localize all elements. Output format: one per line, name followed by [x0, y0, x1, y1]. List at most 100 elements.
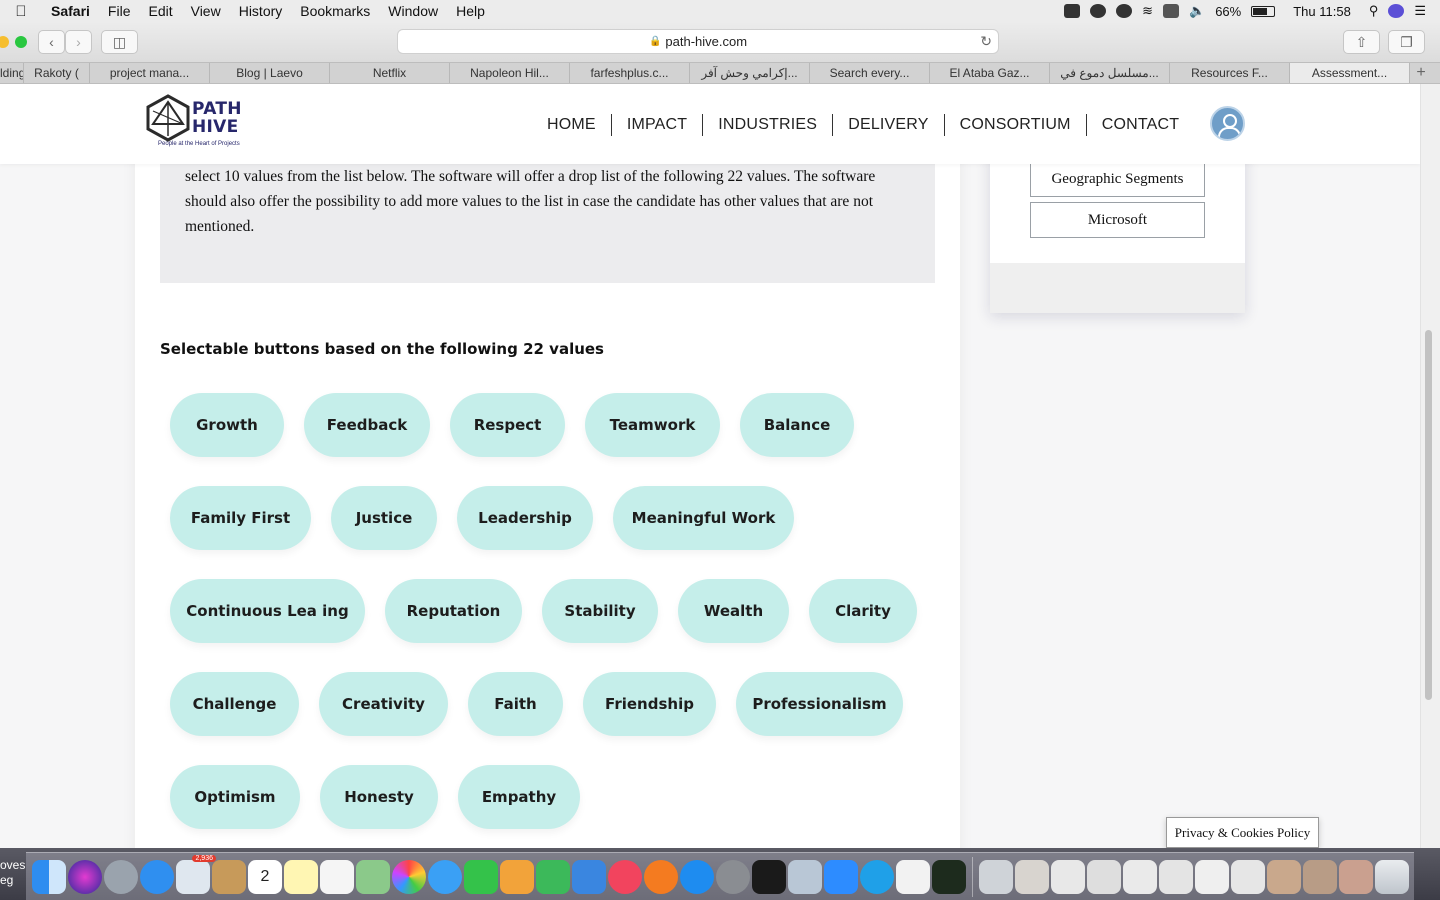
tab[interactable]: Napoleon Hil... — [450, 63, 570, 83]
user-avatar-icon[interactable] — [1210, 106, 1245, 141]
value-chip[interactable]: Honesty — [320, 765, 438, 829]
terminal-icon[interactable] — [752, 859, 786, 894]
stack-thumbnail-icon[interactable] — [1051, 859, 1085, 894]
photo-thumbnail-icon[interactable] — [1303, 859, 1337, 894]
zoom-window-button[interactable] — [15, 36, 27, 48]
value-chip[interactable]: Leadership — [457, 486, 593, 550]
calendar-icon[interactable]: 2 — [248, 859, 282, 894]
zoom-icon[interactable] — [824, 859, 858, 894]
tab[interactable]: Resources F... — [1170, 63, 1290, 83]
photo-thumbnail-icon[interactable] — [1267, 859, 1301, 894]
app-store-icon[interactable] — [680, 859, 714, 894]
value-chip[interactable]: Continuous Lea ing — [170, 579, 365, 643]
tab[interactable]: Rakoty ( — [24, 63, 90, 83]
photos-icon[interactable] — [392, 859, 426, 894]
minimize-window-button[interactable] — [0, 36, 9, 48]
value-chip[interactable]: Wealth — [678, 579, 789, 643]
notification-center-icon[interactable]: ☰ — [1414, 3, 1426, 19]
nav-industries[interactable]: INDUSTRIES — [703, 116, 832, 134]
menu-help[interactable]: Help — [447, 3, 494, 19]
activity-monitor-icon[interactable] — [932, 859, 966, 894]
value-chip[interactable]: Meaningful Work — [613, 486, 794, 550]
blocker-status-icon[interactable] — [1090, 4, 1107, 18]
value-chip[interactable]: Creativity — [319, 672, 448, 736]
value-chip[interactable]: Justice — [331, 486, 437, 550]
nav-contact[interactable]: CONTACT — [1087, 116, 1195, 134]
reminders-icon[interactable] — [320, 859, 354, 894]
value-chip[interactable]: Empathy — [458, 765, 580, 829]
safari-icon[interactable] — [140, 859, 174, 894]
geographic-segments-button[interactable]: Geographic Segments — [1030, 161, 1205, 197]
back-button[interactable]: ‹ — [38, 30, 65, 54]
menu-window[interactable]: Window — [379, 3, 447, 19]
zoom-status-icon[interactable] — [1064, 4, 1081, 18]
forward-button[interactable]: › — [65, 30, 92, 54]
tab[interactable]: Search every... — [810, 63, 930, 83]
value-chip[interactable]: Professionalism — [736, 672, 903, 736]
tab[interactable]: farfeshplus.c... — [570, 63, 690, 83]
menu-history[interactable]: History — [230, 3, 292, 19]
value-chip[interactable]: Friendship — [583, 672, 716, 736]
value-chip[interactable]: Family First — [170, 486, 311, 550]
books-icon[interactable] — [644, 859, 678, 894]
nav-consortium[interactable]: CONSORTIUM — [945, 116, 1086, 134]
menu-app-name[interactable]: Safari — [42, 3, 99, 19]
menu-view[interactable]: View — [182, 3, 230, 19]
nav-impact[interactable]: IMPACT — [612, 116, 702, 134]
numbers-icon[interactable] — [536, 859, 570, 894]
siri-dock-icon[interactable] — [68, 859, 102, 894]
value-chip[interactable]: Optimism — [170, 765, 300, 829]
privacy-policy-button[interactable]: Privacy & Cookies Policy — [1166, 817, 1319, 848]
value-chip[interactable]: Teamwork — [585, 393, 720, 457]
stack-thumbnail-icon[interactable] — [1123, 859, 1157, 894]
value-chip[interactable]: Stability — [542, 579, 658, 643]
launchpad-icon[interactable] — [104, 859, 138, 894]
value-chip[interactable]: Reputation — [385, 579, 522, 643]
site-logo[interactable]: PATH HIVE People at the Heart of Project… — [145, 94, 255, 152]
airplay-icon[interactable] — [1163, 4, 1179, 18]
finder-icon[interactable] — [32, 859, 66, 894]
value-chip[interactable]: Faith — [468, 672, 563, 736]
menu-bookmarks[interactable]: Bookmarks — [291, 3, 379, 19]
stack-thumbnail-icon[interactable] — [1159, 859, 1193, 894]
nav-home[interactable]: HOME — [532, 116, 611, 134]
sidebar-toggle-button[interactable]: ◫ — [101, 30, 138, 54]
textedit-icon[interactable] — [896, 859, 930, 894]
tab[interactable]: Netflix — [330, 63, 450, 83]
stack-thumbnail-icon[interactable] — [1231, 859, 1265, 894]
spotlight-icon[interactable]: ⚲ — [1369, 3, 1379, 19]
battery-icon[interactable] — [1251, 5, 1276, 17]
apple-icon[interactable]:  — [0, 3, 42, 20]
system-preferences-icon[interactable] — [716, 859, 750, 894]
stack-thumbnail-icon[interactable] — [1015, 859, 1049, 894]
tab[interactable]: El Ataba Gaz... — [930, 63, 1050, 83]
tab-active[interactable]: Assessment... — [1290, 63, 1410, 83]
tab[interactable]: lding — [0, 63, 24, 83]
value-chip[interactable]: Growth — [170, 393, 284, 457]
tab[interactable]: project mana... — [90, 63, 210, 83]
menu-edit[interactable]: Edit — [139, 3, 181, 19]
menu-file[interactable]: File — [99, 3, 140, 19]
check-status-icon[interactable] — [1116, 4, 1133, 18]
value-chip[interactable]: Challenge — [170, 672, 299, 736]
contacts-icon[interactable] — [212, 859, 246, 894]
facetime-icon[interactable] — [464, 859, 498, 894]
maps-icon[interactable] — [356, 859, 390, 894]
page-scrollbar[interactable] — [1420, 84, 1440, 848]
microsoft-button[interactable]: Microsoft — [1030, 202, 1205, 238]
mail-icon[interactable]: 2,936 — [176, 854, 216, 894]
scrollbar-thumb[interactable] — [1425, 330, 1432, 700]
tab[interactable]: مسلسل دموع في... — [1050, 63, 1170, 83]
stack-thumbnail-icon[interactable] — [1195, 859, 1229, 894]
music-icon[interactable] — [608, 859, 642, 894]
volume-icon[interactable]: 🔈 — [1189, 3, 1205, 19]
notes-icon[interactable] — [284, 859, 318, 894]
photo-thumbnail-icon[interactable] — [1339, 859, 1373, 894]
share-button[interactable]: ⇧ — [1343, 30, 1380, 54]
show-tabs-button[interactable]: ❐ — [1388, 30, 1425, 54]
nav-delivery[interactable]: DELIVERY — [833, 116, 943, 134]
keynote-icon[interactable] — [572, 859, 606, 894]
tab[interactable]: إكرامي وحش آفر... — [690, 63, 810, 83]
value-chip[interactable]: Feedback — [304, 393, 430, 457]
value-chip[interactable]: Clarity — [809, 579, 917, 643]
